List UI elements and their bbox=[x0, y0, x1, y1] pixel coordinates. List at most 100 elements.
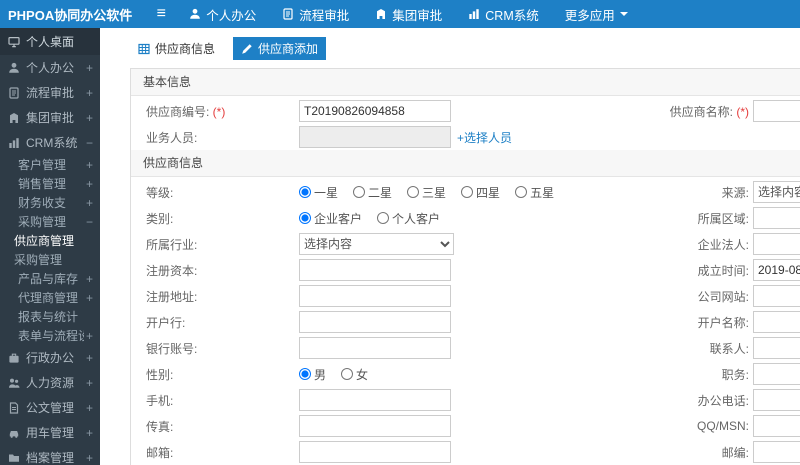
sidebar-item[interactable]: 行政办公 + bbox=[0, 345, 100, 370]
field-label: 性别: bbox=[146, 367, 174, 382]
sidebar-item[interactable]: 集团审批 + bbox=[0, 105, 100, 130]
radio-input[interactable] bbox=[377, 212, 390, 224]
form-row: 注册地址: 公司网站: bbox=[131, 283, 800, 309]
radio-input[interactable] bbox=[353, 186, 366, 198]
field-label: 企业法人: bbox=[697, 237, 749, 252]
text-input[interactable] bbox=[299, 126, 451, 148]
radio-input[interactable] bbox=[299, 186, 311, 198]
field-label: 来源: bbox=[721, 185, 749, 200]
text-input[interactable] bbox=[299, 415, 451, 437]
field-control bbox=[753, 311, 800, 333]
form-row: 所属行业: 选择内容 企业法人: bbox=[131, 231, 800, 257]
radio-option[interactable]: 企业客户 bbox=[299, 210, 362, 227]
sidebar-item[interactable]: 报表与统计 bbox=[0, 307, 100, 326]
radio-label: 五星 bbox=[530, 185, 555, 200]
expand-plus-icon: + bbox=[85, 425, 93, 440]
topbar-nav-item-0[interactable]: 个人办公 bbox=[176, 0, 269, 28]
text-input[interactable] bbox=[753, 259, 800, 281]
sidebar-item[interactable]: 采购管理 − bbox=[0, 212, 100, 231]
sidebar-item-label: 用车管理 bbox=[26, 426, 75, 440]
nav-item-label: 个人办公 bbox=[206, 8, 257, 23]
radio-option[interactable]: 女 bbox=[341, 366, 368, 383]
tab-0[interactable]: 供应商信息 bbox=[130, 37, 223, 60]
sidebar-item[interactable]: 表单与流程设置+ bbox=[0, 326, 100, 345]
sidebar-item[interactable]: 个人桌面 bbox=[0, 28, 100, 55]
topbar-nav-item-3[interactable]: CRM系统 bbox=[455, 0, 551, 28]
field-control bbox=[299, 259, 649, 281]
form-panel: 基本信息供应商编号: (*) 供应商名称: (*) 业务人员: +选择人员供应商信息等… bbox=[130, 68, 800, 465]
chart-icon bbox=[468, 8, 480, 20]
flow-icon bbox=[282, 8, 294, 20]
radio-option[interactable]: 四星 bbox=[461, 184, 500, 201]
sidebar-item-label: 表单与流程设置 bbox=[18, 329, 84, 343]
select-input[interactable]: 选择内容 bbox=[299, 233, 454, 255]
topbar-nav-item-2[interactable]: 集团审批 bbox=[362, 0, 455, 28]
text-input[interactable] bbox=[299, 100, 451, 122]
text-input[interactable] bbox=[299, 441, 451, 463]
sidebar-item[interactable]: 档案管理 + bbox=[0, 445, 100, 465]
sidebar-item[interactable]: 采购管理 bbox=[0, 250, 100, 269]
field-label: 类别: bbox=[146, 211, 174, 226]
menu-toggle-icon[interactable]: ≡ bbox=[146, 0, 176, 28]
sidebar-item[interactable]: 销售管理 + bbox=[0, 174, 100, 193]
sidebar-item[interactable]: 代理商管理 + bbox=[0, 288, 100, 307]
sidebar-item[interactable]: 客户管理 + bbox=[0, 155, 100, 174]
sidebar-item-label: 客户管理 bbox=[18, 158, 67, 172]
text-input[interactable] bbox=[299, 285, 451, 307]
text-input[interactable] bbox=[753, 207, 800, 229]
edit-icon bbox=[241, 43, 253, 55]
radio-option[interactable]: 个人客户 bbox=[377, 210, 440, 227]
sidebar-item-label: 公文管理 bbox=[26, 401, 75, 415]
text-input[interactable] bbox=[753, 389, 800, 411]
radio-label: 女 bbox=[356, 367, 369, 382]
sidebar-item[interactable]: 产品与库存 + bbox=[0, 269, 100, 288]
chart-icon bbox=[8, 137, 20, 149]
field-label: QQ/MSN: bbox=[696, 419, 749, 433]
field-control bbox=[299, 337, 649, 359]
text-input[interactable] bbox=[753, 233, 800, 255]
radio-option[interactable]: 男 bbox=[299, 366, 326, 383]
text-input[interactable] bbox=[753, 285, 800, 307]
radio-option[interactable]: 一星 bbox=[299, 184, 338, 201]
sidebar-item-label: 档案管理 bbox=[26, 451, 75, 465]
text-input[interactable] bbox=[753, 337, 800, 359]
radio-input[interactable] bbox=[407, 186, 420, 198]
radio-input[interactable] bbox=[461, 186, 474, 198]
radio-input[interactable] bbox=[299, 212, 311, 224]
topbar-nav-item-1[interactable]: 流程审批 bbox=[269, 0, 362, 28]
sidebar-item[interactable]: 公文管理 + bbox=[0, 395, 100, 420]
select-input[interactable]: 选择内容 bbox=[753, 181, 800, 203]
text-input[interactable] bbox=[753, 100, 800, 122]
topbar-nav-item-4[interactable]: 更多应用 bbox=[552, 0, 641, 28]
radio-input[interactable] bbox=[515, 186, 528, 198]
sidebar-item[interactable]: 人力资源 + bbox=[0, 370, 100, 395]
radio-option[interactable]: 五星 bbox=[515, 184, 554, 201]
radio-input[interactable] bbox=[299, 368, 311, 380]
radio-label: 企业客户 bbox=[314, 211, 363, 226]
sidebar-item-label: 供应商管理 bbox=[14, 234, 75, 248]
sidebar-item[interactable]: 供应商管理 bbox=[0, 231, 100, 250]
choose-person-link[interactable]: +选择人员 bbox=[457, 129, 512, 146]
text-input[interactable] bbox=[753, 441, 800, 463]
text-input[interactable] bbox=[753, 311, 800, 333]
sidebar-item[interactable]: 财务收支 + bbox=[0, 193, 100, 212]
sidebar-item[interactable]: 用车管理 + bbox=[0, 420, 100, 445]
form-row: 邮箱: 邮编: bbox=[131, 439, 800, 465]
sidebar-item[interactable]: 流程审批 + bbox=[0, 80, 100, 105]
text-input[interactable] bbox=[299, 389, 451, 411]
text-input[interactable] bbox=[753, 363, 800, 385]
radio-option[interactable]: 三星 bbox=[407, 184, 446, 201]
text-input[interactable] bbox=[299, 337, 451, 359]
field-control bbox=[753, 441, 800, 463]
sidebar-item[interactable]: CRM系统 − bbox=[0, 130, 100, 155]
tab-1[interactable]: 供应商添加 bbox=[233, 37, 327, 60]
text-input[interactable] bbox=[299, 259, 451, 281]
sidebar-item[interactable]: 个人办公 + bbox=[0, 55, 100, 80]
text-input[interactable] bbox=[753, 415, 800, 437]
radio-label: 三星 bbox=[422, 185, 447, 200]
radio-input[interactable] bbox=[341, 368, 354, 380]
text-input[interactable] bbox=[299, 311, 451, 333]
radio-option[interactable]: 二星 bbox=[353, 184, 392, 201]
required-marker: (*) bbox=[209, 104, 226, 119]
field-control: 一星 二星 三星 四星 五星 bbox=[299, 184, 649, 201]
